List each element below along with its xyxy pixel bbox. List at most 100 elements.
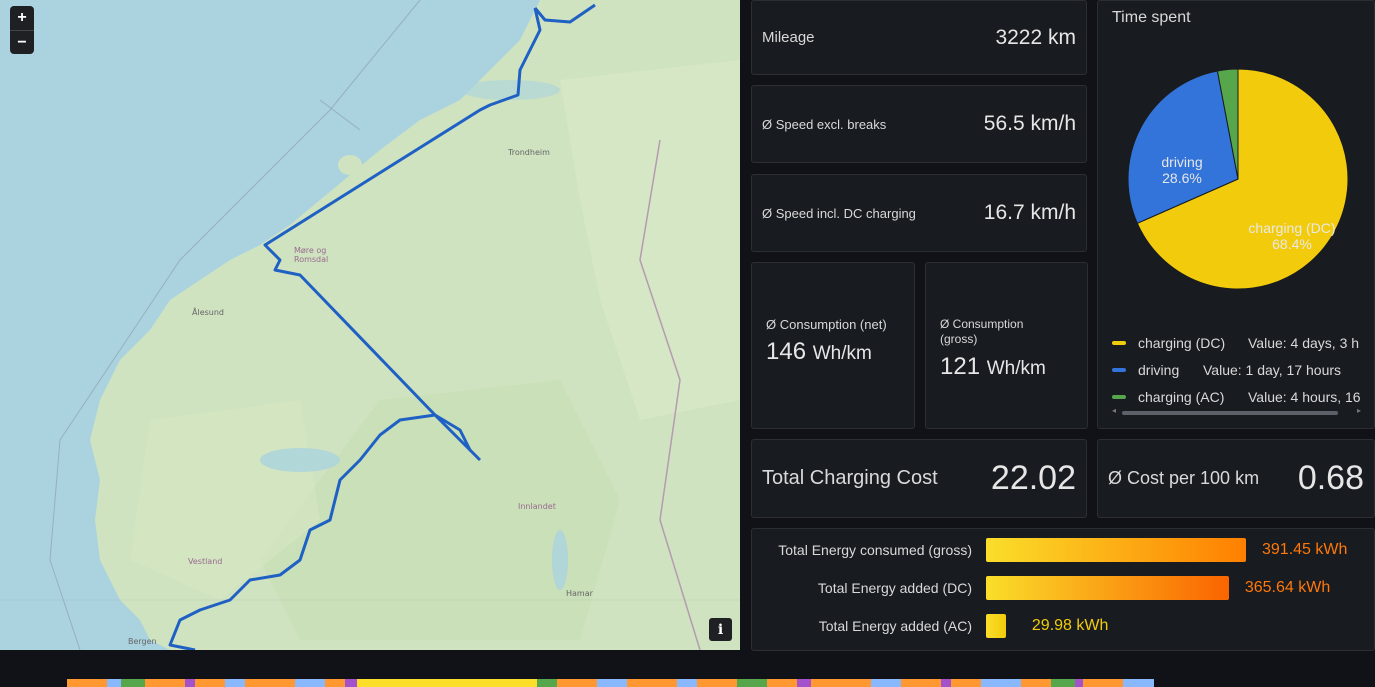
timeline-segment[interactable] [245,679,295,687]
map-info-button[interactable]: i [709,618,732,641]
map-label-hamar: Hamar [566,589,593,598]
consumption-net-unit: Wh/km [812,343,872,364]
timeline-segment[interactable] [557,679,597,687]
speed-excl-value: 56.5 km/h [983,112,1076,135]
cost-per-100-label: Ø Cost per 100 km [1108,468,1260,488]
pie-label-dc-pct: 68.4% [1272,236,1312,252]
scroll-left-icon[interactable]: ◂ [1112,406,1116,415]
time-spent-title: Time spent [1112,9,1191,26]
legend-swatch [1112,367,1126,372]
timeline-segment[interactable] [677,679,697,687]
energy-value: 391.45 kWh [1262,541,1348,558]
map-label-innlandet: Innlandet [518,502,556,511]
pie-label-driving: driving 28.6% [1157,154,1207,186]
energy-bar [986,614,1006,638]
timeline-segment[interactable] [767,679,797,687]
timeline-segment[interactable] [951,679,981,687]
timeline-segment[interactable] [737,679,767,687]
timeline-segment[interactable] [627,679,677,687]
mileage-label: Mileage [762,29,815,46]
energy-bar [986,538,1246,562]
scroll-right-icon[interactable]: ▸ [1357,406,1361,415]
cost-per-100-value: 0.68 [1297,459,1364,497]
legend-value: Value: 4 days, 3 h [1248,334,1360,351]
map-label-trondheim: Trondheim [508,148,550,157]
legend-name: charging (DC) [1138,334,1226,351]
speed-incl-panel: Ø Speed incl. DC charging 16.7 km/h [751,174,1087,252]
consumption-gross-value: 121 Wh/km [940,353,1073,381]
timeline-segment[interactable] [797,679,811,687]
cost-per-100-panel: Ø Cost per 100 km 0.68 [1097,439,1375,518]
zoom-in-button[interactable]: + [10,6,34,30]
total-cost-panel: Total Charging Cost 22.02 [751,439,1087,518]
timeline-segment[interactable] [697,679,737,687]
map-label-bergen: Bergen [128,637,157,646]
legend-swatch [1112,340,1126,345]
pie-legend: charging (DC) Value: 4 days, 3 h driving… [1112,329,1367,410]
time-spent-pie [1127,68,1349,290]
consumption-gross-panel: Ø Consumption (gross) 121 Wh/km [925,262,1088,429]
speed-incl-value: 16.7 km/h [983,201,1076,224]
zoom-control: + − [10,6,34,54]
timeline-segment[interactable] [1075,679,1083,687]
consumption-gross-unit: Wh/km [986,358,1046,379]
timeline-segment[interactable] [345,679,357,687]
state-timeline[interactable] [67,679,1357,687]
legend-swatch [1112,394,1126,399]
timeline-segment[interactable] [145,679,185,687]
speed-excl-panel: Ø Speed excl. breaks 56.5 km/h [751,85,1087,163]
timeline-segment[interactable] [67,679,107,687]
scroll-thumb[interactable] [1122,411,1338,415]
total-cost-label: Total Charging Cost [762,467,938,489]
timeline-segment[interactable] [1021,679,1051,687]
trip-map[interactable]: Trondheim Møre og Romsdal Ålesund Innlan… [0,0,740,650]
legend-name: driving [1138,361,1180,378]
map-label-alesund: Ålesund [192,308,225,317]
total-cost-value: 22.02 [990,459,1076,497]
timeline-segment[interactable] [357,679,537,687]
speed-excl-label: Ø Speed excl. breaks [762,116,887,132]
timeline-segment[interactable] [981,679,1021,687]
mileage-value: 3222 km [995,25,1076,49]
timeline-segment[interactable] [941,679,951,687]
legend-item[interactable]: driving Value: 1 day, 17 hours [1112,356,1367,383]
energy-value: 365.64 kWh [1244,579,1331,596]
legend-item[interactable]: charging (DC) Value: 4 days, 3 h [1112,329,1367,356]
pie-label-dc: charging (DC) 68.4% [1242,220,1342,252]
legend-item[interactable]: charging (AC) Value: 4 hours, 16 [1112,383,1367,410]
timeline-segment[interactable] [295,679,325,687]
zoom-out-button[interactable]: − [10,30,34,54]
energy-value: 29.98 kWh [1031,617,1109,634]
timeline-segment[interactable] [537,679,557,687]
pie-label-driving-pct: 28.6% [1162,170,1202,186]
timeline-segment[interactable] [811,679,871,687]
timeline-segment[interactable] [325,679,345,687]
pie-label-driving-name: driving [1161,154,1203,170]
legend-name: charging (AC) [1138,388,1225,405]
timeline-segment[interactable] [1123,679,1154,687]
legend-value: Value: 1 day, 17 hours [1203,361,1342,378]
consumption-gross-label: Ø Consumption (gross) [940,317,1024,346]
legend-scrollbar[interactable]: ◂ ▸ [1112,406,1362,417]
timeline-segment[interactable] [597,679,627,687]
timeline-segment[interactable] [901,679,941,687]
timeline-segment[interactable] [225,679,245,687]
energy-panel: Total Energy consumed (gross) 391.45 kWh T… [751,528,1375,651]
consumption-net-panel: Ø Consumption (net) 146 Wh/km [751,262,915,429]
map-canvas [0,0,740,650]
consumption-gross-number: 121 [940,353,981,380]
timeline-segment[interactable] [195,679,225,687]
timeline-segment[interactable] [121,679,145,687]
timeline-segment[interactable] [871,679,901,687]
timeline-segment[interactable] [107,679,121,687]
consumption-net-value: 146 Wh/km [766,338,900,366]
energy-label: Total Energy added (DC) [817,580,972,596]
mileage-panel: Mileage 3222 km [751,0,1087,75]
speed-incl-label: Ø Speed incl. DC charging [762,205,916,221]
timeline-segment[interactable] [1051,679,1075,687]
energy-label: Total Energy added (AC) [818,618,972,634]
pie-label-dc-name: charging (DC) [1248,220,1336,236]
time-spent-panel: Time spent driving 28.6% charging (DC) 6… [1097,0,1375,429]
timeline-segment[interactable] [1083,679,1123,687]
timeline-segment[interactable] [185,679,195,687]
